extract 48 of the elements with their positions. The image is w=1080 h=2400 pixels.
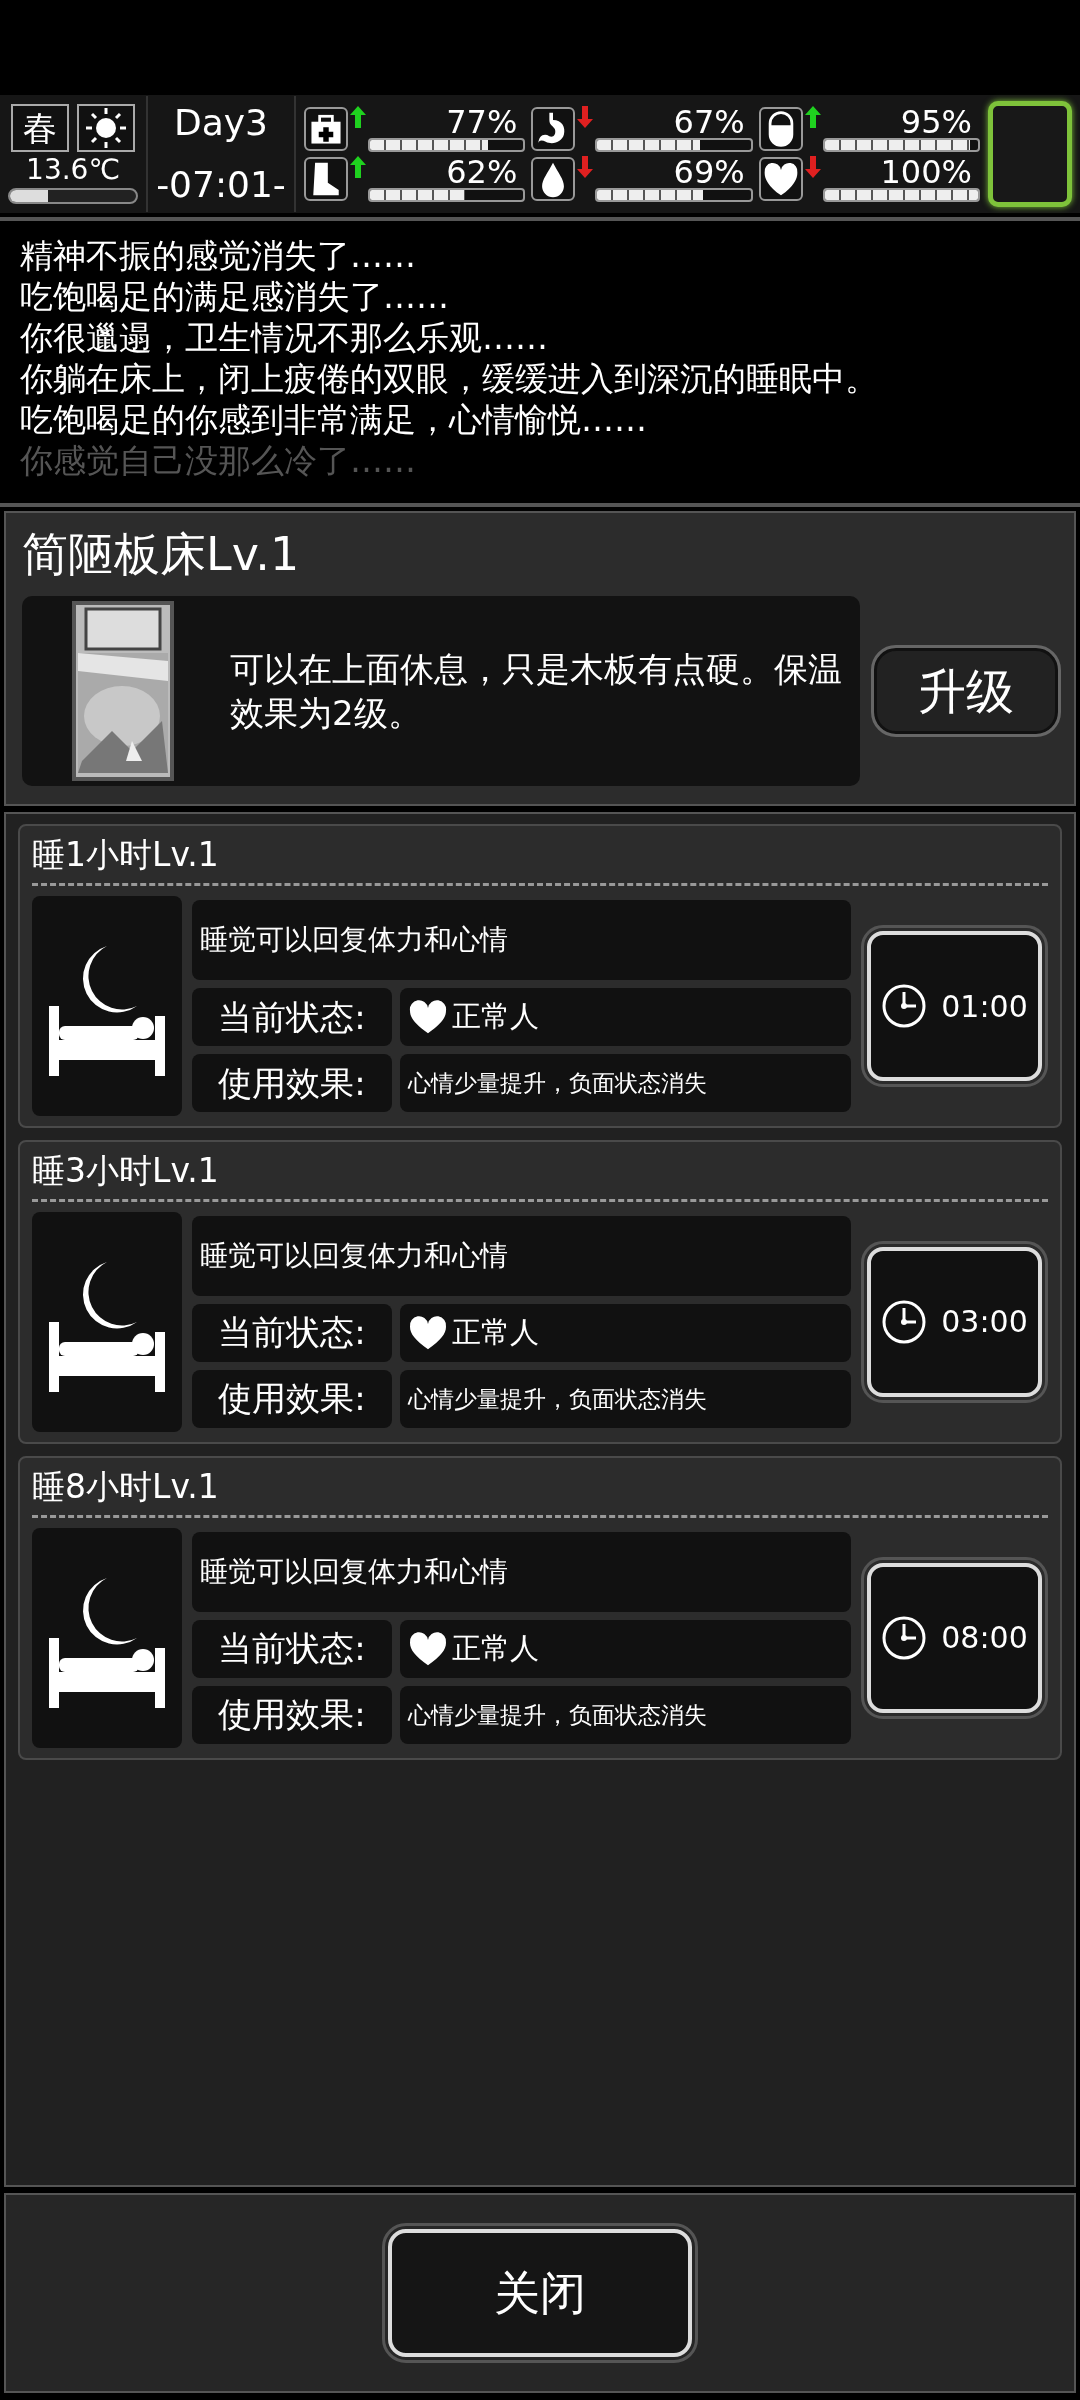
log-line: 吃饱喝足的满足感消失了……	[20, 276, 450, 317]
status-label: 当前状态:	[192, 988, 392, 1047]
heart-icon	[408, 1314, 448, 1351]
effect-label: 使用效果:	[192, 1369, 392, 1428]
option-title: 睡3小时Lv.1	[32, 1150, 1048, 1202]
stat-value: 62%	[445, 156, 519, 188]
heart-icon	[408, 1630, 448, 1667]
option-title: 睡8小时Lv.1	[32, 1465, 1048, 1518]
status-label: 当前状态:	[192, 1303, 392, 1362]
log-line: 你很邋遢，卫生情况不那么乐观……	[20, 317, 549, 358]
moon-bed-icon	[32, 896, 182, 1117]
clock-icon	[881, 1614, 928, 1661]
status-value: 正常人	[452, 1630, 539, 1668]
status-label: 当前状态:	[192, 1619, 392, 1678]
effect-label: 使用效果:	[192, 1685, 392, 1744]
stat-value: 95%	[899, 106, 973, 138]
option-description: 睡觉可以回复体力和心情	[192, 900, 851, 981]
moon-bed-icon	[32, 1527, 182, 1748]
option-description: 睡觉可以回复体力和心情	[192, 1215, 851, 1296]
clock-icon	[881, 1298, 928, 1345]
sun-icon	[77, 104, 135, 152]
clock-icon	[881, 983, 928, 1030]
option-description: 睡觉可以回复体力和心情	[192, 1531, 851, 1612]
status-value: 正常人	[452, 1314, 539, 1352]
effect-label: 使用效果:	[192, 1054, 392, 1113]
stat-value: 100%	[879, 156, 973, 188]
day-label: Day3	[173, 101, 269, 145]
item-slot[interactable]	[988, 101, 1072, 207]
upgrade-button[interactable]: 升级	[874, 648, 1058, 735]
status-value: 正常人	[452, 998, 539, 1036]
stat-value: 67%	[672, 106, 746, 138]
log-line: 你躺在床上，闭上疲倦的双眼，缓缓进入到深沉的睡眠中。	[20, 358, 879, 399]
effect-value: 心情少量提升，负面状态消失	[400, 1369, 851, 1428]
season-label: 春	[11, 104, 69, 152]
stat-value: 77%	[445, 106, 519, 138]
log-line: 吃饱喝足的你感到非常满足，心情愉悦……	[20, 399, 648, 440]
bed-title: 简陋板床Lv.1	[22, 527, 301, 583]
log-line: 你感觉自己没那么冷了……	[20, 440, 417, 481]
bed-description: 可以在上面休息，只是木板有点硬。保温效果为2级。	[230, 648, 843, 736]
effect-value: 心情少量提升，负面状态消失	[400, 1054, 851, 1113]
moon-bed-icon	[32, 1211, 182, 1432]
option-title: 睡1小时Lv.1	[32, 834, 1048, 887]
log-line: 精神不振的感觉消失了……	[20, 235, 417, 276]
stat-value: 69%	[672, 156, 746, 188]
effect-value: 心情少量提升，负面状态消失	[400, 1685, 851, 1744]
time-label: -07:01-	[155, 163, 287, 207]
temperature-label: 13.6℃	[26, 156, 120, 184]
heart-icon	[408, 999, 448, 1036]
